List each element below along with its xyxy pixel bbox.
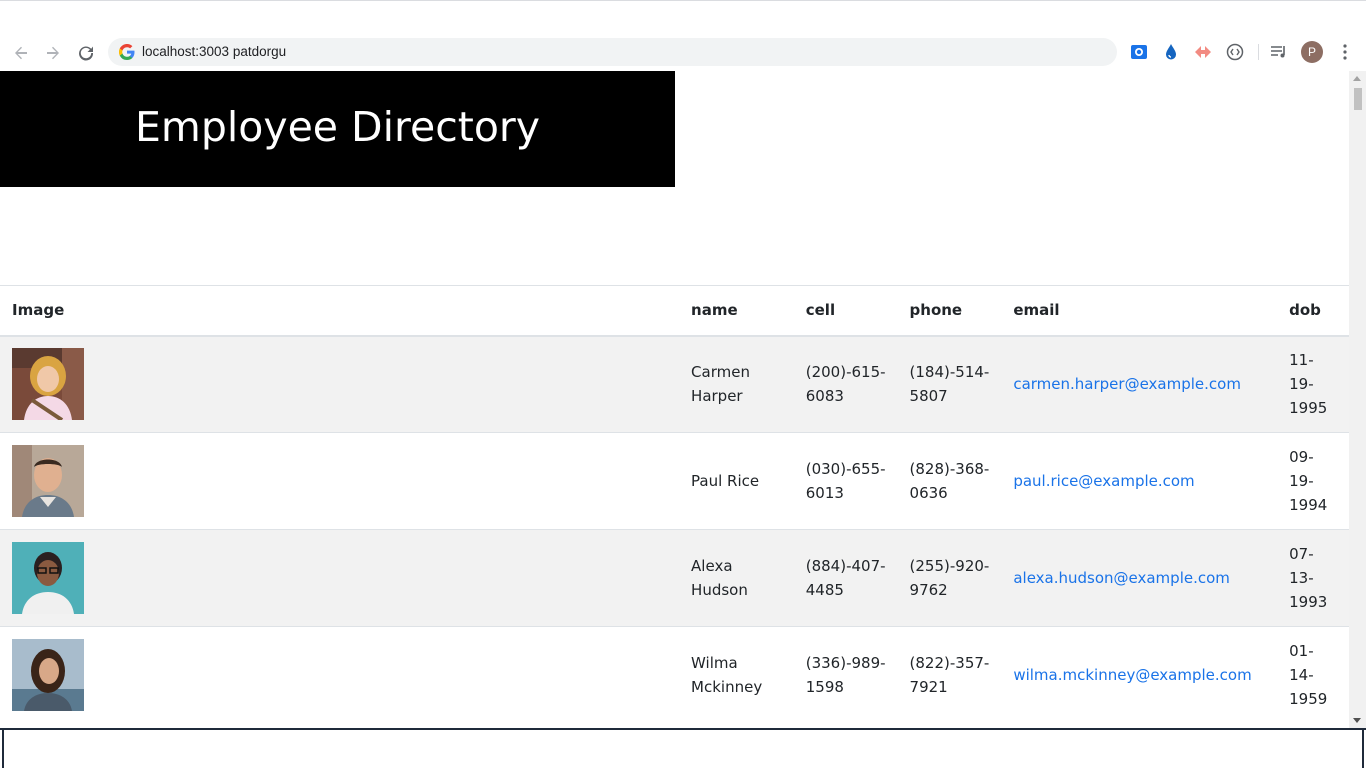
table-row: Wilma Mckinney (336)-989- 1598 (822)-357- 7… bbox=[0, 626, 1349, 724]
page-viewport: Employee Directory Image name cell phone… bbox=[0, 71, 1349, 728]
name-cell: Wilma Mckinney bbox=[679, 626, 794, 724]
image-cell bbox=[0, 432, 680, 530]
email-link[interactable]: carmen.harper@example.com bbox=[1013, 375, 1241, 393]
cell-phone-cell: (884)-407- 4485 bbox=[793, 529, 898, 627]
email-link[interactable]: alexa.hudson@example.com bbox=[1013, 569, 1230, 587]
name-cell: Carmen Harper bbox=[679, 335, 794, 433]
employee-photo bbox=[12, 639, 84, 712]
cell-phone-cell: (200)-615- 6083 bbox=[793, 335, 898, 433]
kebab-menu-icon[interactable] bbox=[1335, 42, 1355, 62]
table-row: Carmen Harper (200)-615- 6083 (184)-514- 58… bbox=[0, 335, 1349, 433]
cell-phone-cell: (336)-989- 1598 bbox=[793, 626, 898, 724]
email-link[interactable]: wilma.mckinney@example.com bbox=[1013, 666, 1251, 684]
screen-capture-extension-icon[interactable] bbox=[1129, 42, 1149, 62]
tab-edge bbox=[1080, 1, 1100, 9]
phone-cell: (255)-920- 9762 bbox=[897, 529, 1002, 627]
browser-tab-strip bbox=[0, 0, 1366, 34]
table-row: Alexa Hudson (884)-407- 4485 (255)-920- 976… bbox=[0, 529, 1349, 627]
column-header-phone[interactable]: phone bbox=[897, 285, 1002, 337]
employee-photo bbox=[12, 445, 84, 517]
column-header-image[interactable]: Image bbox=[0, 285, 680, 337]
google-g-icon bbox=[118, 43, 135, 61]
name-cell: Alexa Hudson bbox=[679, 529, 794, 627]
address-bar[interactable]: localhost:3003 patdorgu bbox=[108, 38, 1117, 66]
page-header: Employee Directory bbox=[0, 71, 675, 187]
name-cell: Paul Rice bbox=[679, 432, 794, 530]
dob-cell: 01-14- 1959 bbox=[1277, 626, 1349, 724]
dob-cell: 11-19- 1995 bbox=[1277, 335, 1349, 433]
cell-phone-cell: (030)-655- 6013 bbox=[793, 432, 898, 530]
arrows-extension-icon[interactable] bbox=[1193, 42, 1213, 62]
image-cell bbox=[0, 529, 680, 627]
water-drop-extension-icon[interactable] bbox=[1161, 42, 1181, 62]
phone-cell: (822)-357- 7921 bbox=[897, 626, 1002, 724]
dob-cell: 07-13- 1993 bbox=[1277, 529, 1349, 627]
email-cell: carmen.harper@example.com bbox=[1001, 335, 1278, 433]
table-row: Paul Rice (030)-655- 6013 (828)-368- 0636 … bbox=[0, 432, 1349, 530]
back-arrow-icon[interactable] bbox=[9, 41, 33, 65]
scroll-down-arrow-icon[interactable] bbox=[1353, 718, 1361, 723]
phone-cell: (184)-514- 5807 bbox=[897, 335, 1002, 433]
dob-cell: 09-19- 1994 bbox=[1277, 432, 1349, 530]
email-cell: alexa.hudson@example.com bbox=[1001, 529, 1278, 627]
bottom-panel-inner bbox=[2, 730, 1364, 768]
image-cell bbox=[0, 335, 680, 433]
url-text[interactable]: localhost:3003 patdorgu bbox=[142, 38, 286, 66]
code-brackets-extension-icon[interactable] bbox=[1225, 42, 1245, 62]
column-header-name[interactable]: name bbox=[679, 285, 794, 337]
profile-avatar[interactable]: P bbox=[1301, 41, 1323, 63]
employee-table: Image name cell phone email dob Carmen H… bbox=[0, 285, 1349, 724]
media-queue-icon[interactable] bbox=[1269, 42, 1289, 62]
table-header-row: Image name cell phone email dob bbox=[0, 285, 1349, 337]
email-link[interactable]: paul.rice@example.com bbox=[1013, 472, 1194, 490]
reload-icon[interactable] bbox=[74, 41, 98, 65]
image-cell bbox=[0, 626, 680, 724]
toolbar-separator bbox=[1258, 44, 1259, 60]
scrollbar-thumb[interactable] bbox=[1354, 88, 1362, 110]
phone-cell: (828)-368- 0636 bbox=[897, 432, 1002, 530]
browser-toolbar: localhost:3003 patdorgu P bbox=[0, 34, 1366, 71]
employee-photo bbox=[12, 348, 84, 421]
bottom-panel bbox=[0, 728, 1366, 768]
forward-arrow-icon[interactable] bbox=[41, 41, 65, 65]
column-header-email[interactable]: email bbox=[1001, 285, 1278, 337]
page-title: Employee Directory bbox=[134, 103, 541, 151]
column-header-dob[interactable]: dob bbox=[1277, 285, 1349, 337]
scroll-up-arrow-icon[interactable] bbox=[1353, 76, 1361, 81]
column-header-cell[interactable]: cell bbox=[793, 285, 898, 337]
email-cell: paul.rice@example.com bbox=[1001, 432, 1278, 530]
email-cell: wilma.mckinney@example.com bbox=[1001, 626, 1278, 724]
employee-photo bbox=[12, 542, 84, 614]
vertical-scrollbar[interactable] bbox=[1349, 71, 1366, 728]
